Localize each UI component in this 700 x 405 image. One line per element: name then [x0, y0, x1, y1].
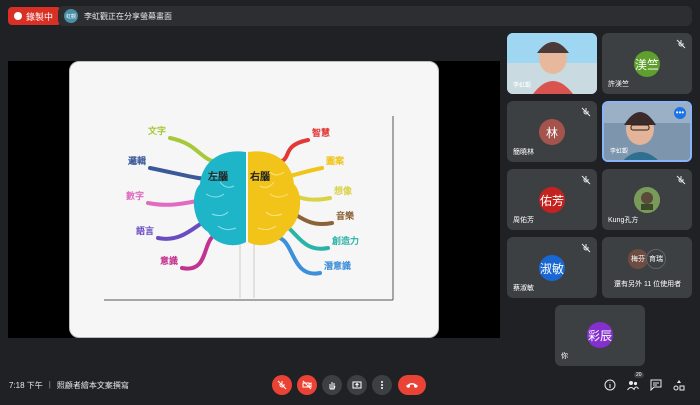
- participant-name: 蔡淑敏: [513, 285, 534, 292]
- left-branch-line: [168, 136, 222, 164]
- participant-name: 許渼竺: [608, 81, 629, 88]
- participant-name: 李虹觀: [513, 83, 532, 89]
- mic-off-icon: [581, 107, 591, 117]
- camera-toggle-button[interactable]: [297, 375, 317, 395]
- brain-mindmap: 文字邏輯數字語言意識 智慧圖案想像音樂創造力潛意識 左腦 右腦: [104, 116, 394, 301]
- right-branch-line: [273, 235, 322, 276]
- record-dot-icon: [14, 12, 22, 20]
- avatar: 渼竺: [634, 51, 660, 77]
- participant-name: 簡曉林: [513, 149, 534, 156]
- hang-up-icon: [406, 383, 418, 388]
- presenter-avatar: 虹觀: [64, 9, 78, 23]
- left-brain-label: 左腦: [207, 170, 228, 183]
- avatar: 彩辰: [587, 322, 613, 348]
- presentation-stage[interactable]: 文字邏輯數字語言意識 智慧圖案想像音樂創造力潛意識 左腦 右腦: [8, 61, 500, 338]
- left-branch-label: 文字: [147, 125, 166, 136]
- divider: |: [48, 380, 51, 389]
- avatar: 佑芳: [539, 187, 565, 213]
- clock: 7:18 下午: [9, 381, 43, 390]
- mic-off-icon: [581, 175, 591, 185]
- left-branch-label: 邏輯: [128, 155, 146, 166]
- participant-tile[interactable]: Kung孔方: [602, 169, 692, 230]
- avatar: 育瑞: [646, 249, 666, 269]
- participant-count-badge: 20: [634, 372, 644, 378]
- shapes-icon: [673, 380, 685, 391]
- right-branch-label: 想像: [333, 185, 353, 196]
- activities-button[interactable]: [672, 378, 686, 392]
- left-brain-hemisphere: [193, 151, 246, 246]
- info-icon: [604, 379, 616, 391]
- recording-label: 錄製中: [26, 11, 54, 22]
- presenting-banner: 虹觀 李虹觀正在分享螢幕畫面: [58, 6, 692, 26]
- right-branch-label: 圖案: [326, 155, 345, 166]
- mic-off-icon: [581, 243, 591, 253]
- right-branch-label: 智慧: [312, 127, 330, 138]
- raise-hand-button[interactable]: [322, 375, 342, 395]
- avatar-photo: [634, 187, 660, 213]
- others-tile[interactable]: 梅芬 育瑞 還有另外 11 位使用者: [602, 237, 692, 298]
- more-options-icon[interactable]: •••: [674, 107, 686, 119]
- meeting-info: 7:18 下午 | 照顧者繪本文案撰寫: [9, 380, 129, 391]
- more-options-button[interactable]: [372, 375, 392, 395]
- participant-tile[interactable]: 淑敏 蔡淑敏: [507, 237, 597, 298]
- mic-off-icon: [277, 380, 287, 390]
- right-branch-label: 潛意識: [323, 260, 351, 271]
- people-icon: [627, 381, 639, 391]
- profile-picture-icon: [634, 187, 660, 213]
- avatar: 梅芬: [628, 249, 648, 269]
- left-branch-line: [180, 232, 222, 271]
- participant-name: 李虹觀: [610, 149, 629, 155]
- participant-tile[interactable]: 林 簡曉林: [507, 101, 597, 162]
- left-branch-label: 數字: [126, 190, 144, 201]
- more-vert-icon: [381, 381, 383, 389]
- participant-tile[interactable]: 渼竺 許渼竺: [602, 33, 692, 94]
- camera-off-icon: [302, 380, 312, 390]
- presenting-text: 李虹觀正在分享螢幕畫面: [84, 11, 172, 21]
- hand-icon: [329, 382, 336, 390]
- avatar: 淑敏: [539, 255, 565, 281]
- mic-off-icon: [676, 39, 686, 49]
- right-branch-label: 創造力: [331, 235, 359, 246]
- mic-off-icon: [676, 175, 686, 185]
- participant-name: 周佑芳: [513, 217, 534, 224]
- self-tile[interactable]: 彩辰 你: [555, 305, 645, 366]
- participant-tile[interactable]: 佑芳 周佑芳: [507, 169, 597, 230]
- people-button[interactable]: [626, 378, 640, 392]
- participant-name: 你: [561, 353, 568, 360]
- recording-indicator[interactable]: 錄製中: [8, 7, 62, 25]
- right-brain-label: 右腦: [249, 170, 270, 183]
- others-count: 還有另外 11 位使用者: [614, 281, 682, 288]
- right-branch-label: 音樂: [336, 210, 355, 221]
- bottom-bar: 7:18 下午 | 照顧者繪本文案撰寫: [0, 368, 700, 405]
- mic-toggle-button[interactable]: [272, 375, 292, 395]
- present-screen-button[interactable]: [347, 375, 367, 395]
- meeting-title: 照顧者繪本文案撰寫: [56, 381, 129, 390]
- top-bar: 錄製中 虹觀 李虹觀正在分享螢幕畫面: [0, 0, 700, 32]
- leave-call-button[interactable]: [398, 375, 426, 395]
- meeting-details-button[interactable]: [603, 378, 617, 392]
- left-branch-label: 語言: [136, 225, 154, 236]
- chat-button[interactable]: [649, 378, 663, 392]
- chat-icon: [650, 379, 662, 391]
- left-branch-label: 意識: [160, 255, 178, 266]
- participant-tile-video[interactable]: 李虹觀: [507, 33, 597, 94]
- shared-slide: 文字邏輯數字語言意識 智慧圖案想像音樂創造力潛意識 左腦 右腦: [69, 61, 439, 338]
- participant-name: Kung孔方: [608, 217, 639, 224]
- participant-tile-active-speaker[interactable]: ••• 李虹觀: [602, 101, 692, 162]
- avatar: 林: [539, 119, 565, 145]
- present-icon: [352, 381, 362, 389]
